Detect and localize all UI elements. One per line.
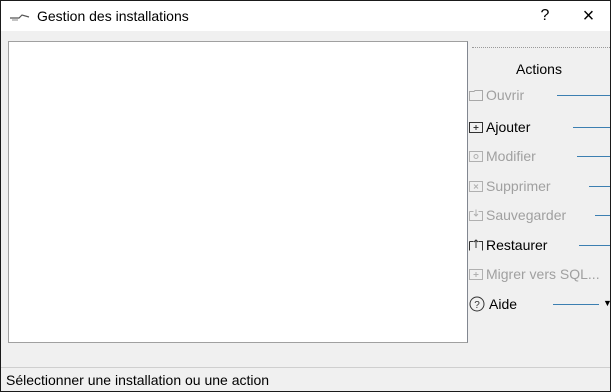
panel-divider <box>472 47 610 48</box>
svg-text:?: ? <box>474 300 480 311</box>
app-icon <box>10 14 30 21</box>
action-label: Restaurer <box>486 237 548 253</box>
action-migrate-sql[interactable]: Migrer vers SQL... <box>469 264 610 286</box>
status-bar: Sélectionner une installation ou une act… <box>1 367 610 391</box>
close-button[interactable]: × <box>567 1 610 31</box>
link-underline <box>553 304 599 305</box>
window-title: Gestion des installations <box>37 8 189 24</box>
action-label: Ajouter <box>486 119 531 135</box>
action-restore[interactable]: Restaurer <box>469 235 610 257</box>
actions-title: Actions <box>516 61 562 77</box>
action-label: Aide <box>489 296 518 312</box>
action-label: Sauvegarder <box>486 207 567 223</box>
action-add[interactable]: Ajouter <box>469 117 610 139</box>
help-circle-icon: ? <box>469 296 485 312</box>
action-label: Ouvrir <box>486 87 525 103</box>
link-underline <box>589 186 610 187</box>
folder-open-icon <box>469 90 483 101</box>
link-underline <box>573 127 610 128</box>
link-underline <box>557 95 610 96</box>
folder-delete-icon <box>469 181 483 192</box>
installations-window: Gestion des installations ? × Actions Ou… <box>0 0 611 392</box>
link-underline <box>595 215 610 216</box>
action-label: Migrer vers SQL... <box>486 266 600 282</box>
folder-edit-icon <box>469 151 483 162</box>
installations-list[interactable] <box>8 41 468 343</box>
action-delete[interactable]: Supprimer <box>469 176 610 198</box>
link-underline <box>579 245 610 246</box>
link-underline <box>577 156 610 157</box>
title-bar: Gestion des installations ? × <box>1 1 610 31</box>
action-label: Supprimer <box>486 178 551 194</box>
status-text: Sélectionner une installation ou une act… <box>6 372 270 388</box>
help-button[interactable]: ? <box>523 1 567 31</box>
chevron-down-icon: ▼ <box>603 298 610 308</box>
action-label: Modifier <box>486 148 536 164</box>
action-edit[interactable]: Modifier <box>469 146 610 168</box>
backup-icon <box>469 209 483 221</box>
action-open[interactable]: Ouvrir <box>469 85 610 107</box>
action-help[interactable]: ? Aide ▼ <box>469 294 610 316</box>
restore-icon <box>469 239 483 251</box>
action-backup[interactable]: Sauvegarder <box>469 205 610 227</box>
folder-add-icon <box>469 122 483 133</box>
actions-panel: Actions Ouvrir Ajouter Modifier Supprime… <box>468 41 610 341</box>
migrate-sql-icon <box>469 269 483 280</box>
